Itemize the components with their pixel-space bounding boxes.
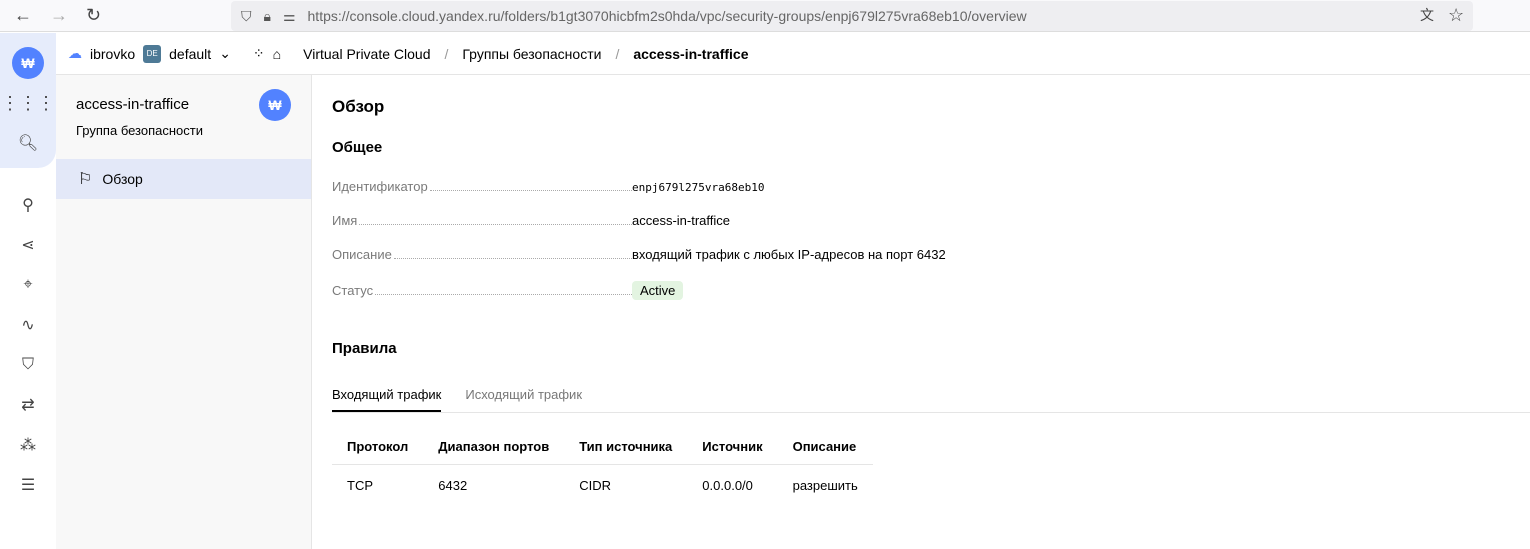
breadcrumb-current: access-in-traffice [633,45,749,62]
shield-icon[interactable]: ⛉ [16,353,40,377]
table-row: TCP 6432 CIDR 0.0.0.0/0 разрешить [332,464,873,506]
tab-egress[interactable]: Исходящий трафик [465,383,582,412]
column-header: Тип источника [564,430,688,465]
home-icon[interactable]: ⌂ [273,46,281,62]
network-icon[interactable]: ⚲ [16,193,40,217]
cell-protocol: TCP [347,477,373,493]
checklist-icon[interactable]: ☰ [16,473,40,497]
status-badge: Active [632,281,684,300]
lock-icon: 🔒︎ [263,7,271,24]
cloud-name[interactable]: ibrovko [90,46,135,62]
sidebar-subtitle: Группа безопасности [76,123,203,138]
shield-icon: ⛉ [241,7,252,24]
route-icon[interactable]: ∿ [16,313,40,337]
left-rail: ₩ ⋮⋮⋮ 🔍︎ ⚲ ⋖ ⌖ ∿ ⛉ ⇄ ⁂ ☰ [0,33,56,549]
location-icon[interactable]: ⌖ [16,273,40,297]
cell-source-type: CIDR [579,477,611,493]
arrows-icon[interactable]: ⇄ [16,393,40,417]
field-value: access-in-traffice [632,213,731,228]
field-label: Идентификатор [332,179,428,194]
breadcrumb-security-groups[interactable]: Группы безопасности [462,46,601,62]
breadcrumb-separator: / [444,45,449,62]
nodes-icon[interactable]: ⁂ [16,433,40,457]
share-icon[interactable]: ⋖ [16,233,40,257]
field-name: Имя access-in-traffice [332,213,952,228]
top-header: ☁ ibrovko DE default ⌄ ⁘ ⌂ Virtual Priva… [56,33,1530,75]
search-icon[interactable]: 🔍︎ [16,131,40,155]
site-settings-icon: ⚌ [282,7,296,24]
services-icon[interactable]: ⁘ [253,45,265,62]
sidebar-item-label: Обзор [102,171,143,187]
field-label: Имя [332,213,358,228]
url-text[interactable]: https://console.cloud.yandex.ru/folders/… [308,8,1027,24]
column-header: Диапазон портов [423,430,565,465]
flag-icon: ⚐ [78,171,93,188]
cell-description: разрешить [792,477,858,493]
field-value: входящий трафик с любых IP-адресов на по… [632,247,946,262]
star-icon[interactable]: ☆ [1448,5,1464,26]
section-rules: Правила [332,340,397,357]
cell-source: 0.0.0.0/0 [702,477,753,493]
field-status: Статус Active [332,281,952,300]
breadcrumb-vpc[interactable]: Virtual Private Cloud [303,46,430,62]
column-header: Источник [687,430,778,465]
cell-ports: 6432 [438,477,468,493]
section-general: Общее [332,139,383,156]
column-header: Описание [777,430,873,465]
back-icon[interactable]: ← [14,5,32,26]
field-label: Статус [332,283,374,298]
page-title: Обзор [332,97,385,116]
apps-grid-icon[interactable]: ⋮⋮⋮ [1,91,55,115]
chevron-down-icon[interactable]: ⌄ [219,45,231,62]
field-description: Описание входящий трафик с любых IP-адрес… [332,247,952,262]
browser-toolbar: ← → ↻ ⛉ 🔒︎ ⚌ https://console.cloud.yande… [0,0,1530,32]
rules-table: Протокол Диапазон портов Тип источника И… [332,430,873,506]
yandex-cloud-logo[interactable]: ₩ [12,47,44,79]
breadcrumb-separator: / [615,45,620,62]
field-id: Идентификатор enpj679l275vra68eb10 [332,179,952,194]
folder-badge: DE [143,44,162,63]
sidebar: access-in-traffice Группа безопасности ₩… [56,75,312,549]
rules-tabs: Входящий трафик Исходящий трафик [332,383,1530,413]
folder-name[interactable]: default [169,46,211,62]
sidebar-item-overview[interactable]: ⚐ Обзор [56,159,311,199]
sidebar-title: access-in-traffice [76,96,190,113]
column-header: Протокол [332,430,424,465]
reload-icon[interactable]: ↻ [86,5,101,26]
vpc-service-icon: ₩ [259,89,291,121]
address-bar[interactable]: ⛉ 🔒︎ ⚌ https://console.cloud.yandex.ru/f… [231,1,1473,31]
forward-icon[interactable]: → [50,5,68,26]
cloud-icon: ☁ [68,45,82,61]
field-label: Описание [332,247,392,262]
translate-icon[interactable]: 文 [1420,5,1434,25]
table-header-row: Протокол Диапазон портов Тип источника И… [332,430,873,465]
tab-ingress[interactable]: Входящий трафик [332,383,442,412]
main-content: Обзор Общее Идентификатор enpj679l275vra6… [312,75,1530,549]
field-value: enpj679l275vra68eb10 [632,181,765,194]
